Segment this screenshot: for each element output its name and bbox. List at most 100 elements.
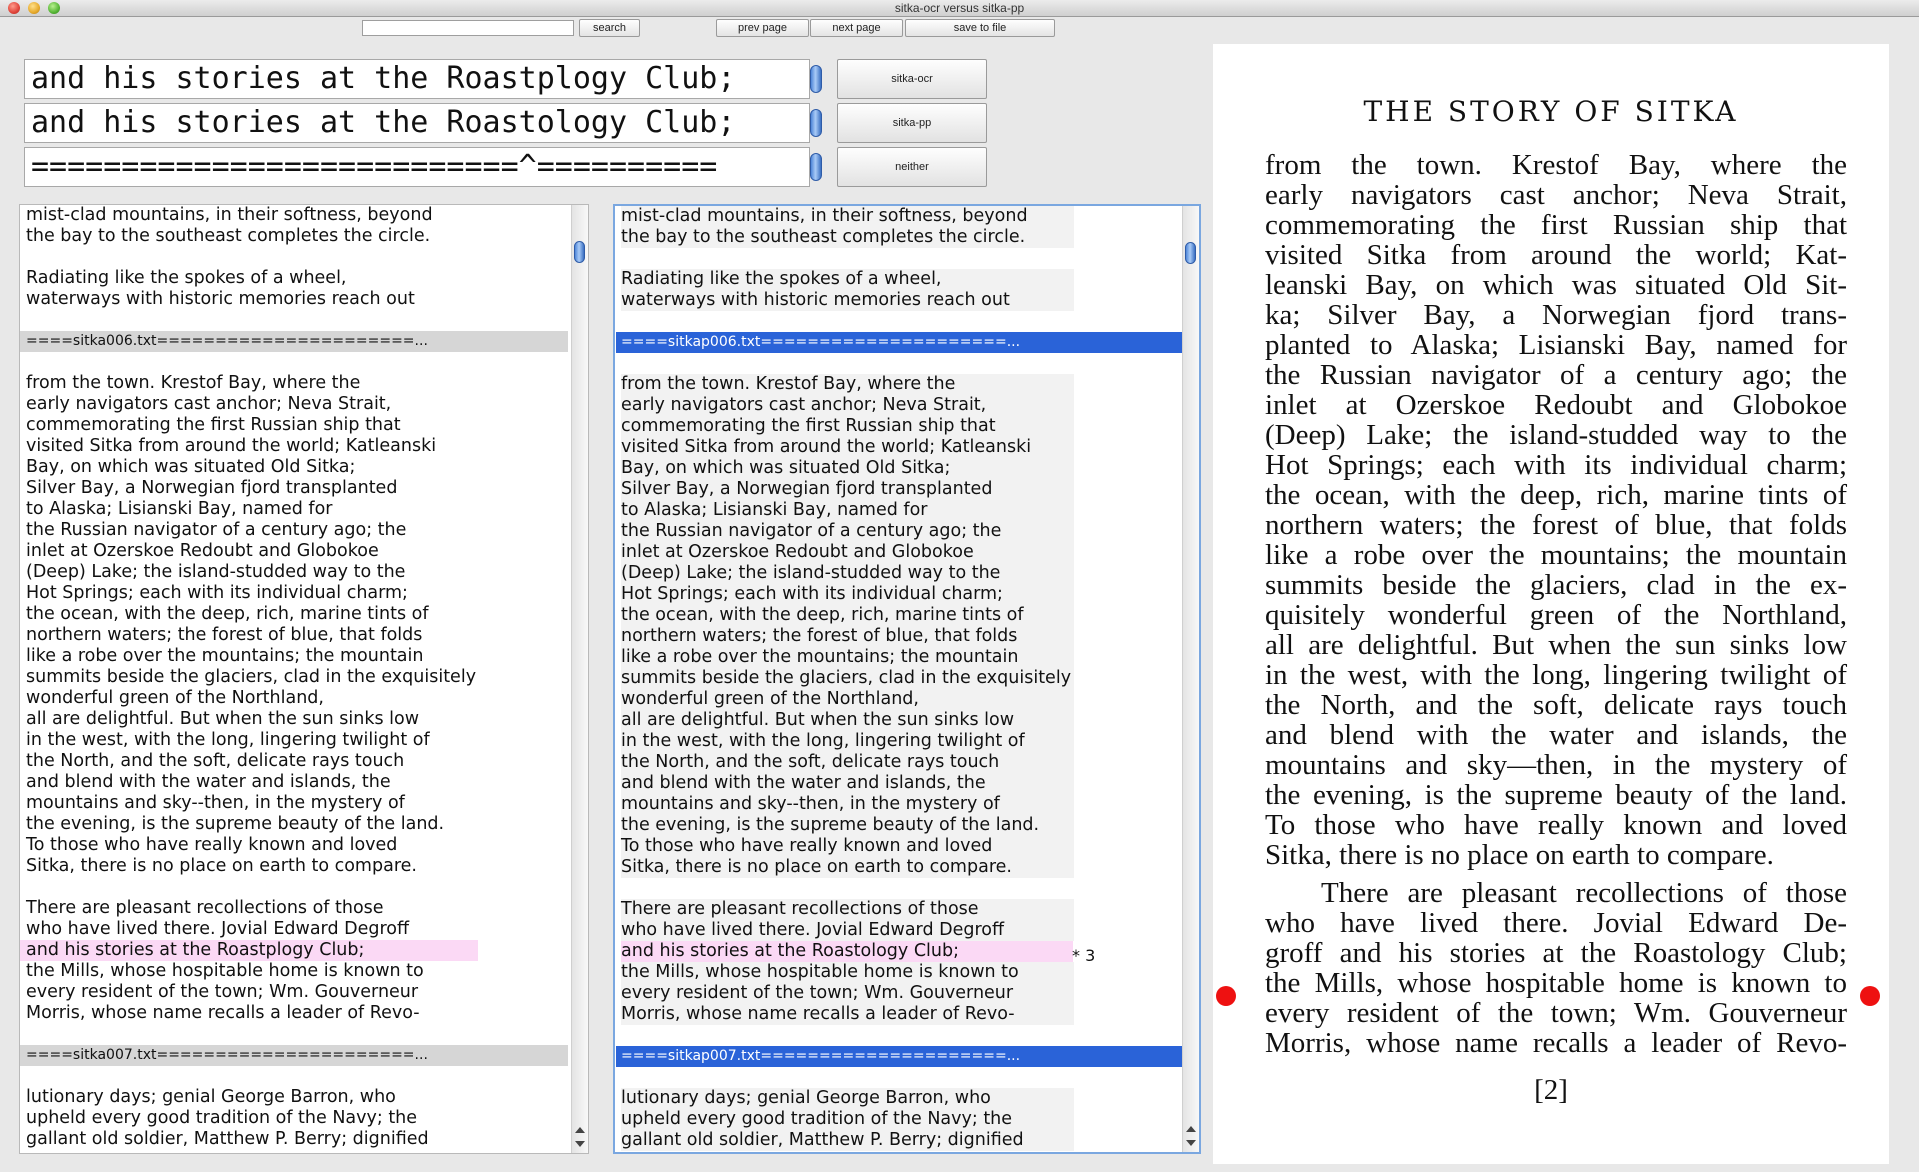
scroll-down-arrow-icon[interactable] [1186, 1140, 1196, 1146]
ocr-line[interactable]: early navigators cast anchor; Neva Strai… [26, 394, 568, 415]
ocr-line[interactable] [26, 310, 568, 331]
ocr-line[interactable]: summits beside the glaciers, clad in the… [26, 667, 568, 688]
diff-marker-field[interactable]: ===========================^========== [24, 147, 810, 187]
pp-line[interactable] [621, 248, 1074, 269]
ocr-line-field[interactable]: and his stories at the Roastplogy Club; [24, 59, 810, 99]
pp-line-field[interactable]: and his stories at the Roastology Club; [24, 103, 810, 143]
ocr-line[interactable]: in the west, with the long, lingering tw… [26, 730, 568, 751]
pp-line-scroll-knob[interactable] [810, 109, 822, 137]
ocr-line[interactable]: (Deep) Lake; the island-studded way to t… [26, 562, 568, 583]
pp-pane-scrollbar[interactable] [1182, 206, 1199, 1152]
ocr-line[interactable]: visited Sitka from around the world; Kat… [26, 436, 568, 457]
pp-line[interactable]: Bay, on which was situated Old Sitka; [621, 458, 1074, 479]
pp-line[interactable]: who have lived there. Jovial Edward Degr… [621, 920, 1074, 941]
ocr-line[interactable]: the ocean, with the deep, rich, marine t… [26, 604, 568, 625]
pp-line[interactable]: every resident of the town; Wm. Gouverne… [621, 983, 1074, 1004]
pp-line[interactable]: the evening, is the supreme beauty of th… [621, 815, 1074, 836]
pp-line[interactable]: (Deep) Lake; the island-studded way to t… [621, 563, 1074, 584]
pp-text-pane[interactable]: mist-clad mountains, in their softness, … [613, 204, 1201, 1154]
ocr-line[interactable]: commemorating the first Russian ship tha… [26, 415, 568, 436]
ocr-text-pane[interactable]: mist-clad mountains, in their softness, … [19, 204, 589, 1154]
ocr-line[interactable]: upheld every good tradition of the Navy;… [26, 1108, 568, 1129]
pp-pane-scroll-thumb[interactable] [1185, 242, 1196, 264]
ocr-line[interactable]: the Russian navigator of a century ago; … [26, 520, 568, 541]
ocr-line[interactable]: Sitka, there is no place on earth to com… [26, 856, 568, 877]
ocr-line[interactable]: There are pleasant recollections of thos… [26, 898, 568, 919]
ocr-line[interactable]: the bay to the southeast completes the c… [26, 226, 568, 247]
ocr-line[interactable]: inlet at Ozerskoe Redoubt and Globokoe [26, 541, 568, 562]
pp-line[interactable] [621, 353, 1074, 374]
ocr-line[interactable]: mountains and sky--then, in the mystery … [26, 793, 568, 814]
pp-line[interactable]: visited Sitka from around the world; Kat… [621, 437, 1074, 458]
pp-file-separator[interactable]: ====sitkap007.txt=====================..… [616, 1046, 1191, 1067]
prev-page-button[interactable]: prev page [716, 19, 809, 37]
ocr-file-separator[interactable]: ====sitka007.txt======================..… [20, 1045, 568, 1066]
choose-neither-button[interactable]: neither [837, 147, 987, 187]
ocr-line[interactable]: Hot Springs; each with its individual ch… [26, 583, 568, 604]
pp-line[interactable]: in the west, with the long, lingering tw… [621, 731, 1074, 752]
pp-line[interactable]: the Mills, whose hospitable home is know… [621, 962, 1074, 983]
pp-line[interactable]: lutionary days; genial George Barron, wh… [621, 1088, 1074, 1109]
choose-sitka-ocr-button[interactable]: sitka-ocr [837, 59, 987, 99]
pp-line[interactable]: early navigators cast anchor; Neva Strai… [621, 395, 1074, 416]
ocr-line[interactable]: from the town. Krestof Bay, where the [26, 373, 568, 394]
pp-line[interactable]: To those who have really known and loved [621, 836, 1074, 857]
choose-sitka-pp-button[interactable]: sitka-pp [837, 103, 987, 143]
ocr-line[interactable]: waterways with historic memories reach o… [26, 289, 568, 310]
pp-line[interactable]: There are pleasant recollections of thos… [621, 899, 1074, 920]
ocr-line[interactable]: wonderful green of the Northland, [26, 688, 568, 709]
pp-line[interactable]: Hot Springs; each with its individual ch… [621, 584, 1074, 605]
ocr-line[interactable] [26, 352, 568, 373]
ocr-line[interactable]: the evening, is the supreme beauty of th… [26, 814, 568, 835]
pp-line[interactable]: upheld every good tradition of the Navy;… [621, 1109, 1074, 1130]
pp-line[interactable]: commemorating the first Russian ship tha… [621, 416, 1074, 437]
ocr-line[interactable] [26, 1024, 568, 1045]
diff-marker-scroll-knob[interactable] [810, 153, 822, 181]
ocr-line[interactable] [26, 247, 568, 268]
pp-line[interactable]: inlet at Ozerskoe Redoubt and Globokoe [621, 542, 1074, 563]
ocr-line[interactable]: every resident of the town; Wm. Gouverne… [26, 982, 568, 1003]
pp-highlighted-line[interactable]: and his stories at the Roastology Club; [621, 941, 1073, 962]
search-button[interactable]: search [579, 19, 640, 37]
pp-line[interactable]: to Alaska; Lisianski Bay, named for [621, 500, 1074, 521]
ocr-pane-scroll-thumb[interactable] [574, 241, 585, 263]
ocr-line[interactable]: Morris, whose name recalls a leader of R… [26, 1003, 568, 1024]
ocr-line[interactable] [26, 877, 568, 898]
ocr-line[interactable]: Silver Bay, a Norwegian fjord transplant… [26, 478, 568, 499]
pp-line[interactable]: and blend with the water and islands, th… [621, 773, 1074, 794]
pp-file-separator[interactable]: ====sitkap006.txt=====================..… [616, 332, 1191, 353]
next-page-button[interactable]: next page [810, 19, 903, 37]
ocr-pane-scrollbar[interactable] [571, 205, 588, 1153]
pp-line[interactable] [621, 1067, 1074, 1088]
ocr-line[interactable]: to Alaska; Lisianski Bay, named for [26, 499, 568, 520]
pp-line[interactable]: wonderful green of the Northland, [621, 689, 1074, 710]
pp-line[interactable]: the North, and the soft, delicate rays t… [621, 752, 1074, 773]
ocr-line[interactable]: and blend with the water and islands, th… [26, 772, 568, 793]
ocr-line[interactable]: all are delightful. But when the sun sin… [26, 709, 568, 730]
search-input[interactable] [362, 20, 574, 36]
ocr-file-separator[interactable]: ====sitka006.txt======================..… [20, 331, 568, 352]
ocr-line[interactable]: Bay, on which was situated Old Sitka; [26, 457, 568, 478]
ocr-line[interactable]: like a robe over the mountains; the moun… [26, 646, 568, 667]
ocr-line[interactable]: To those who have really known and loved [26, 835, 568, 856]
pp-line[interactable]: Radiating like the spokes of a wheel, [621, 269, 1074, 290]
scroll-up-arrow-icon[interactable] [575, 1127, 585, 1133]
pp-line[interactable]: summits beside the glaciers, clad in the… [621, 668, 1074, 689]
ocr-line[interactable]: the North, and the soft, delicate rays t… [26, 751, 568, 772]
ocr-line[interactable]: Radiating like the spokes of a wheel, [26, 268, 568, 289]
pp-line[interactable] [621, 311, 1074, 332]
pp-line[interactable]: the bay to the southeast completes the c… [621, 227, 1074, 248]
pp-line[interactable]: Morris, whose name recalls a leader of R… [621, 1004, 1074, 1025]
pp-line[interactable]: the ocean, with the deep, rich, marine t… [621, 605, 1074, 626]
scroll-down-arrow-icon[interactable] [575, 1141, 585, 1147]
ocr-line[interactable]: who have lived there. Jovial Edward Degr… [26, 919, 568, 940]
pp-line[interactable]: mountains and sky--then, in the mystery … [621, 794, 1074, 815]
pp-line[interactable]: all are delightful. But when the sun sin… [621, 710, 1074, 731]
pp-line[interactable]: like a robe over the mountains; the moun… [621, 647, 1074, 668]
save-to-file-button[interactable]: save to file [905, 19, 1055, 37]
scroll-up-arrow-icon[interactable] [1186, 1126, 1196, 1132]
pp-line[interactable] [621, 1025, 1074, 1046]
ocr-line-scroll-knob[interactable] [810, 65, 822, 93]
ocr-line[interactable]: northern waters; the forest of blue, tha… [26, 625, 568, 646]
pp-line[interactable]: waterways with historic memories reach o… [621, 290, 1074, 311]
